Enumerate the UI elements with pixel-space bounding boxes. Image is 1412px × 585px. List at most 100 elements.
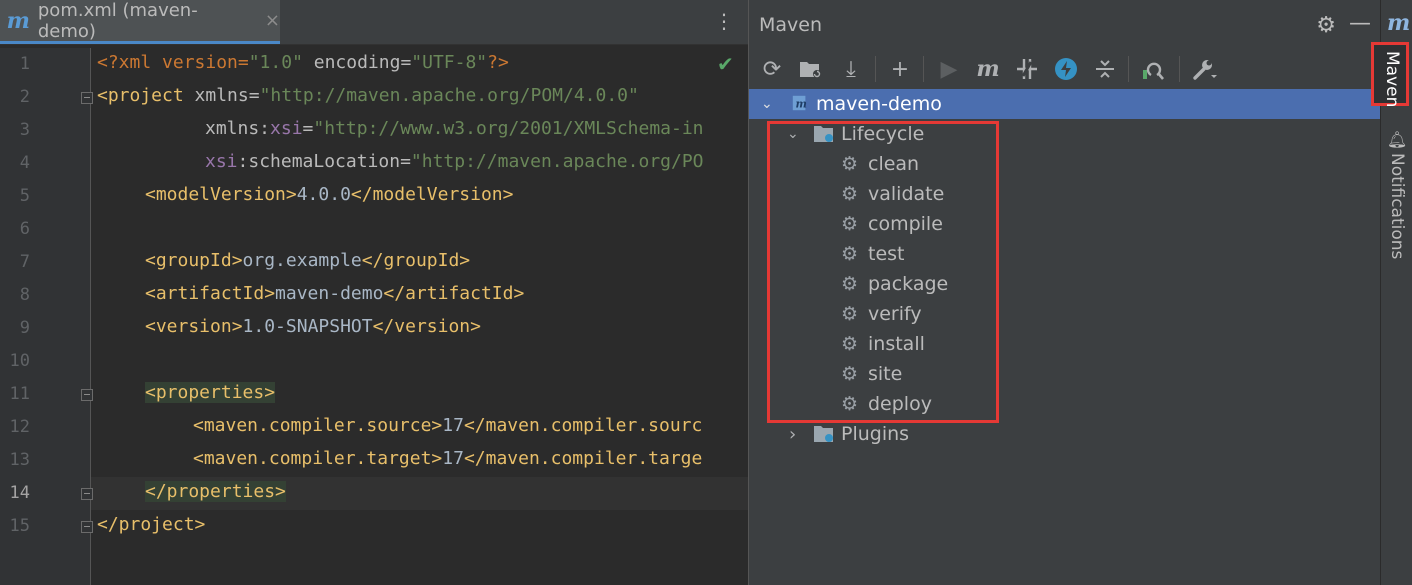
xml-decl: <?xml version= <box>97 52 249 73</box>
chevron-right-icon[interactable]: › <box>789 424 796 445</box>
code-line-7[interactable]: <groupId>org.example</groupId> <box>145 250 470 271</box>
project-name: maven-demo <box>816 93 942 115</box>
attr-name: encoding= <box>302 52 412 73</box>
collapse-icon[interactable] <box>1090 54 1120 84</box>
tag: <project <box>97 85 184 106</box>
code-line-9[interactable]: <version>1.0-SNAPSHOT</version> <box>145 316 481 337</box>
line-number: 11 <box>9 384 30 404</box>
line-number: 8 <box>19 285 30 305</box>
maven-header: Maven ⚙ — <box>749 0 1381 50</box>
notifications-label: Notifications <box>1387 153 1407 260</box>
highlight-box-lifecycle <box>767 121 999 423</box>
more-options-icon[interactable]: ⋮ <box>714 11 734 31</box>
code-line-11[interactable]: <properties> <box>145 382 276 403</box>
tag-matched: </properties> <box>145 481 286 502</box>
editor-pane[interactable]: m pom.xml (maven-demo) × ⋮ 1 2 3 4 5 6 7… <box>0 0 748 585</box>
tag: </version> <box>372 316 481 337</box>
tree-node-plugins[interactable]: › Plugins <box>749 419 1381 449</box>
editor-tab-bar: m pom.xml (maven-demo) × ⋮ <box>0 0 748 45</box>
tag: </groupId> <box>361 250 471 271</box>
fold-toggle-icon[interactable] <box>81 488 93 500</box>
plugins-label: Plugins <box>841 423 910 445</box>
tag-matched: <properties> <box>145 382 276 403</box>
tag: <maven.compiler.target> <box>193 448 443 469</box>
text-value: 4.0.0 <box>296 184 351 205</box>
maven-side-tab[interactable]: Maven <box>1371 42 1409 108</box>
editor-tab-title: pom.xml (maven-demo) <box>37 0 198 42</box>
skip-tests-icon[interactable] <box>1051 54 1081 84</box>
attr-value: "UTF-8" <box>411 52 488 73</box>
toolbar-separator <box>875 56 876 82</box>
line-number: 10 <box>9 351 30 371</box>
code-line-8[interactable]: <artifactId>maven-demo</artifactId> <box>145 283 524 304</box>
line-number: 1 <box>19 54 30 74</box>
line-number: 6 <box>19 219 30 239</box>
toolbar-separator <box>1128 56 1129 82</box>
code-line-5[interactable]: <modelVersion>4.0.0</modelVersion> <box>145 184 513 205</box>
attr-name: xmlns= <box>183 85 260 106</box>
fold-toggle-icon[interactable] <box>81 521 93 533</box>
code-line-12[interactable]: <maven.compiler.source>17</maven.compile… <box>193 415 702 436</box>
attr-value: "http://maven.apache.org/PO <box>410 151 704 172</box>
attr-name: xmlns: <box>205 118 271 139</box>
tag: <groupId> <box>145 250 243 271</box>
maven-side-tab-label: Maven <box>1382 51 1402 108</box>
tag: </project> <box>97 514 206 535</box>
line-number: 4 <box>19 153 30 173</box>
code-line-15[interactable]: </project> <box>97 514 205 535</box>
tag: </artifactId> <box>383 283 525 304</box>
tag: </modelVersion> <box>350 184 514 205</box>
current-line-highlight <box>0 477 748 510</box>
equals: = <box>302 118 314 139</box>
gear-icon[interactable]: ⚙ <box>1316 13 1336 38</box>
line-number: 2 <box>19 87 30 107</box>
code-line-3[interactable]: xmlns:xsi="http://www.w3.org/2001/XMLSch… <box>205 118 704 139</box>
add-icon[interactable]: + <box>885 54 915 84</box>
line-number: 7 <box>19 252 30 272</box>
maven-module-icon: m <box>792 95 807 111</box>
maven-logo-icon[interactable]: m <box>1387 10 1410 36</box>
toolbar-separator <box>1179 56 1180 82</box>
attr-value: "1.0" <box>248 52 303 73</box>
editor-tab-pom[interactable]: m pom.xml (maven-demo) × <box>0 0 280 44</box>
fold-toggle-icon[interactable] <box>81 92 93 104</box>
tag: <modelVersion> <box>145 184 297 205</box>
text-value: maven-demo <box>275 283 384 304</box>
toggle-offline-icon[interactable] <box>1012 54 1042 84</box>
settings-wrench-icon[interactable] <box>1190 54 1220 84</box>
maven-goal-icon[interactable]: m <box>973 54 1003 84</box>
line-number: 5 <box>19 186 30 206</box>
tag: </maven.compiler.targe <box>463 448 703 469</box>
chevron-down-icon[interactable]: ⌄ <box>761 96 773 112</box>
refresh-icon[interactable]: ⟳ <box>757 54 787 84</box>
download-icon[interactable]: ⤓ <box>836 54 866 84</box>
line-number: 15 <box>9 516 30 536</box>
fold-toggle-icon[interactable] <box>81 389 93 401</box>
line-number-current: 14 <box>9 483 30 503</box>
code-line-2[interactable]: <project xmlns="http://maven.apache.org/… <box>97 85 639 106</box>
maven-file-icon: m <box>6 7 30 34</box>
xml-decl-end: ?> <box>487 52 509 73</box>
line-number: 12 <box>9 417 30 437</box>
code-line-1[interactable]: <?xml version="1.0" encoding="UTF-8"?> <box>97 52 509 73</box>
plugins-folder-icon <box>814 426 833 442</box>
run-icon[interactable]: ▶ <box>934 54 964 84</box>
bell-icon: 🔔︎ <box>1386 130 1408 149</box>
text-value: 17 <box>442 448 464 469</box>
line-number: 3 <box>19 120 30 140</box>
analyze-dependencies-icon[interactable] <box>1139 54 1169 84</box>
tag: <maven.compiler.source> <box>193 415 443 436</box>
minimize-icon[interactable]: — <box>1349 11 1371 36</box>
reimport-folder-icon[interactable] <box>796 54 826 84</box>
tag: <artifactId> <box>145 283 276 304</box>
notifications-side-tab[interactable]: 🔔︎ Notifications <box>1384 130 1410 259</box>
tree-node-project[interactable]: ⌄ m maven-demo <box>749 89 1381 119</box>
tag: <version> <box>145 316 243 337</box>
close-tab-icon[interactable]: × <box>265 10 280 31</box>
code-line-13[interactable]: <maven.compiler.target>17</maven.compile… <box>193 448 702 469</box>
code-line-14[interactable]: </properties> <box>145 481 286 502</box>
code-line-4[interactable]: xsi:schemaLocation="http://maven.apache.… <box>205 151 704 172</box>
namespace: xsi <box>205 151 238 172</box>
line-number: 13 <box>9 450 30 470</box>
maven-title: Maven <box>759 14 823 36</box>
